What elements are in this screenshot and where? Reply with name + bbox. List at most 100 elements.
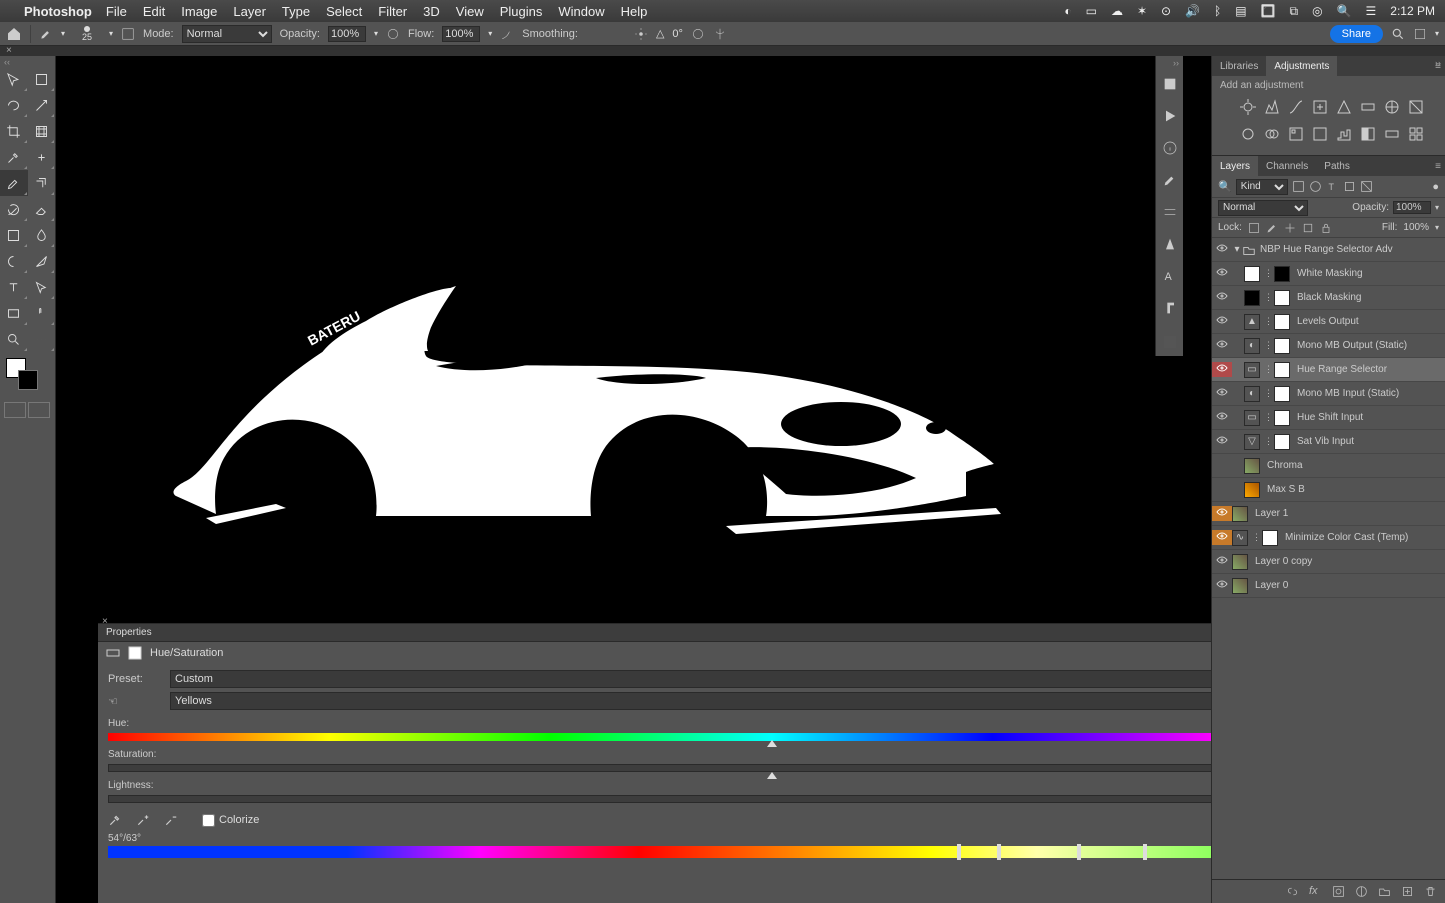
layer-row[interactable]: ⋮Black Masking xyxy=(1212,286,1445,310)
layer-row[interactable]: ◐⋮Mono MB Output (Static) xyxy=(1212,334,1445,358)
search-icon[interactable]: 🔍 xyxy=(1218,180,1232,193)
layer-row[interactable]: Layer 0 xyxy=(1212,574,1445,598)
filter-type-icon[interactable]: T xyxy=(1326,180,1339,193)
channel-mixer-adjustment-icon[interactable] xyxy=(1264,126,1280,145)
dodge-tool[interactable] xyxy=(0,248,28,274)
menu-view[interactable]: View xyxy=(456,4,484,19)
rectangle-tool[interactable] xyxy=(0,300,28,326)
curves-adjustment-icon[interactable] xyxy=(1288,99,1304,118)
layer-name[interactable]: Hue Shift Input xyxy=(1293,412,1445,423)
magic-wand-tool[interactable] xyxy=(28,92,56,118)
visibility-toggle[interactable] xyxy=(1212,554,1232,569)
healing-tool[interactable] xyxy=(28,144,56,170)
layer-thumbnail[interactable] xyxy=(1274,362,1290,378)
path-select-tool[interactable] xyxy=(28,274,56,300)
screenmode-icon[interactable] xyxy=(28,402,50,418)
layer-thumbnail[interactable] xyxy=(1274,434,1290,450)
flow-input[interactable] xyxy=(442,26,480,42)
filter-smart-icon[interactable] xyxy=(1360,180,1373,193)
dropdown-icon[interactable]: ▾ xyxy=(1435,29,1439,38)
dropdown-icon[interactable]: ▾ xyxy=(1435,203,1439,212)
lock-brush-icon[interactable] xyxy=(1266,222,1278,234)
adjustment-layer-icon[interactable] xyxy=(1355,885,1368,898)
home-icon[interactable] xyxy=(6,26,22,42)
status-icon[interactable]: ▭ xyxy=(1086,4,1097,18)
clone-tool[interactable] xyxy=(28,170,56,196)
hand-tool[interactable] xyxy=(28,300,56,326)
menu-select[interactable]: Select xyxy=(326,4,362,19)
layer-row[interactable]: Layer 0 copy xyxy=(1212,550,1445,574)
lock-artboard-icon[interactable] xyxy=(1302,222,1314,234)
layer-name[interactable]: White Masking xyxy=(1293,268,1445,279)
layer-thumbnail[interactable] xyxy=(1274,410,1290,426)
layer-name[interactable]: Chroma xyxy=(1263,460,1445,471)
properties-tab[interactable]: Properties xyxy=(106,627,152,638)
dropdown-icon[interactable]: ▾ xyxy=(109,29,113,38)
layer-row[interactable]: ▾NBP Hue Range Selector Adv xyxy=(1212,238,1445,262)
layer-name[interactable]: Mono MB Output (Static) xyxy=(1293,340,1445,351)
filter-toggle[interactable]: ● xyxy=(1432,181,1439,193)
dropdown-icon[interactable]: ▾ xyxy=(488,29,492,38)
visibility-toggle[interactable] xyxy=(1212,338,1232,353)
adjustment-thumbnail[interactable]: ◐ xyxy=(1244,338,1260,354)
brightness-adjustment-icon[interactable] xyxy=(1240,99,1256,118)
quickmask-icon[interactable] xyxy=(4,402,26,418)
eyedropper-plus-icon[interactable] xyxy=(136,813,150,827)
lock-move-icon[interactable] xyxy=(1284,222,1296,234)
dropdown-icon[interactable]: ▾ xyxy=(374,29,378,38)
layer-name[interactable]: Black Masking xyxy=(1293,292,1445,303)
tab-adjustments[interactable]: Adjustments xyxy=(1266,56,1337,76)
search-icon[interactable] xyxy=(1391,27,1405,41)
visibility-toggle[interactable] xyxy=(1212,530,1232,545)
layer-thumbnail[interactable] xyxy=(1274,338,1290,354)
play-icon[interactable] xyxy=(1162,108,1178,124)
twisty-icon[interactable]: ▾ xyxy=(1232,244,1242,255)
layer-thumbnail[interactable] xyxy=(1232,554,1248,570)
layer-row[interactable]: Layer 1 xyxy=(1212,502,1445,526)
hand-icon[interactable]: ☜ xyxy=(108,695,164,708)
visibility-toggle[interactable] xyxy=(1212,362,1232,377)
frame-tool[interactable] xyxy=(28,118,56,144)
visibility-toggle[interactable] xyxy=(1212,314,1232,329)
dropdown-icon[interactable]: ▾ xyxy=(1435,223,1439,232)
gear-icon[interactable] xyxy=(634,27,648,41)
color-swatches[interactable] xyxy=(4,358,51,394)
lasso-tool[interactable] xyxy=(0,92,28,118)
bluetooth-icon[interactable]: ᛒ xyxy=(1214,4,1221,18)
move-tool[interactable] xyxy=(0,66,28,92)
opacity-input[interactable] xyxy=(328,26,366,42)
zoom-tool[interactable] xyxy=(0,326,28,352)
paragraph-icon[interactable] xyxy=(1162,300,1178,316)
layer-row[interactable]: ∿⋮Minimize Color Cast (Temp) xyxy=(1212,526,1445,550)
adjustment-thumbnail[interactable]: ∿ xyxy=(1232,530,1248,546)
invert-adjustment-icon[interactable] xyxy=(1312,126,1328,145)
menu-window[interactable]: Window xyxy=(558,4,604,19)
menu-type[interactable]: Type xyxy=(282,4,310,19)
layer-thumbnail[interactable] xyxy=(1232,506,1248,522)
pen-tool[interactable] xyxy=(28,248,56,274)
color-lookup-adjustment-icon[interactable] xyxy=(1288,126,1304,145)
exposure-adjustment-icon[interactable] xyxy=(1312,99,1328,118)
tab-paths[interactable]: Paths xyxy=(1316,156,1358,176)
layer-row[interactable]: Chroma xyxy=(1212,454,1445,478)
trash-icon[interactable] xyxy=(1424,885,1437,898)
filter-shape-icon[interactable] xyxy=(1343,180,1356,193)
status-icon[interactable]: ⊙ xyxy=(1161,4,1171,18)
angle-value[interactable]: 0° xyxy=(672,28,683,40)
tab-libraries[interactable]: Libraries xyxy=(1212,56,1266,76)
layer-thumbnail[interactable] xyxy=(1244,266,1260,282)
color-panel-icon[interactable] xyxy=(1162,76,1178,92)
bw-adjustment-icon[interactable] xyxy=(1408,99,1424,118)
visibility-toggle[interactable] xyxy=(1212,506,1232,521)
type-tool[interactable] xyxy=(0,274,28,300)
adjustment-thumbnail[interactable]: ◐ xyxy=(1244,386,1260,402)
menu-help[interactable]: Help xyxy=(621,4,648,19)
background-swatch[interactable] xyxy=(18,370,38,390)
brush-panel-icon[interactable] xyxy=(1162,172,1178,188)
layer-name[interactable]: Mono MB Input (Static) xyxy=(1293,388,1445,399)
layer-name[interactable]: Levels Output xyxy=(1293,316,1445,327)
symmetry-icon[interactable] xyxy=(713,27,727,41)
fx-icon[interactable]: fx xyxy=(1309,885,1322,898)
eyedropper-tool[interactable] xyxy=(0,144,28,170)
layer-thumbnail[interactable] xyxy=(1232,578,1248,594)
